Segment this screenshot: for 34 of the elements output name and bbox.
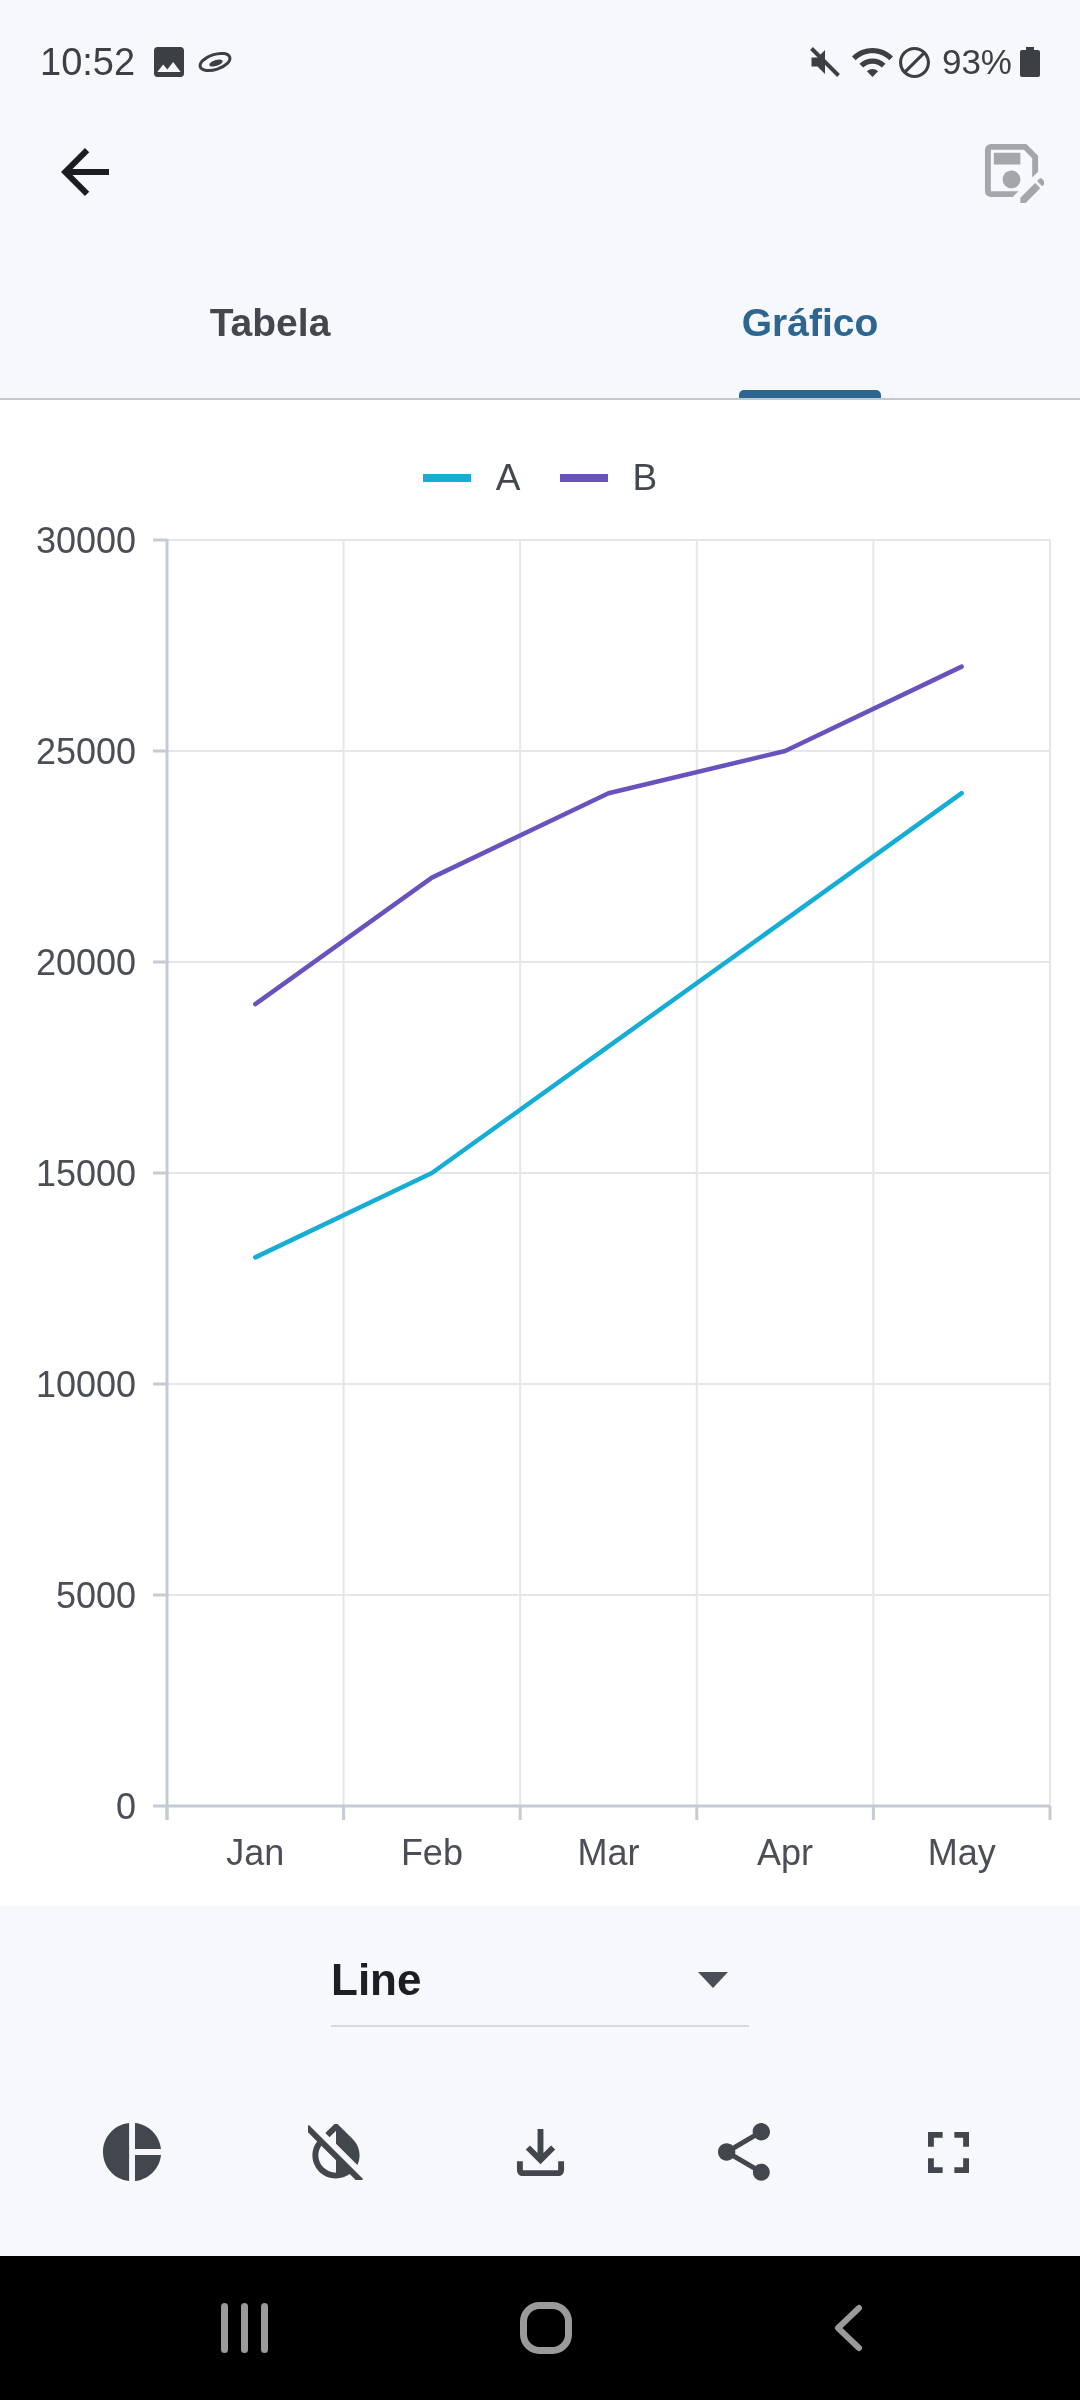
tab[interactable]: Tabela (0, 220, 540, 398)
chart-type-dropdown[interactable]: Line (331, 1935, 749, 2027)
home-icon[interactable] (520, 2302, 572, 2354)
block-icon (898, 46, 930, 78)
battery-percentage: 93% (941, 41, 1012, 83)
legend-label: A (495, 458, 521, 498)
caret-icon (698, 1972, 728, 1988)
y-axis-label: 30000 (35, 520, 136, 561)
battery-icon (1020, 47, 1040, 77)
recent-apps-icon[interactable] (220, 2303, 268, 2353)
ring-icon (197, 51, 234, 73)
back-icon[interactable] (61, 148, 109, 196)
y-axis-label: 5000 (55, 1574, 136, 1616)
x-axis-label: Mar (577, 1831, 640, 1873)
crossed-drop-icon[interactable] (308, 2124, 364, 2180)
mute-icon (809, 47, 840, 77)
x-axis-label: Jan (226, 1831, 285, 1873)
x-axis-label: Feb (400, 1831, 463, 1873)
x-axis-label: May (927, 1831, 996, 1873)
pie-chart-icon[interactable] (103, 2123, 161, 2181)
fullscreen-icon[interactable] (927, 2131, 969, 2173)
tab[interactable]: Gráfico (540, 220, 1080, 398)
back-icon[interactable] (833, 2304, 863, 2352)
time-text: 10:52 (40, 40, 136, 84)
wifi-icon (851, 45, 893, 79)
y-axis-label: 25000 (35, 730, 136, 772)
share-icon[interactable] (718, 2123, 770, 2181)
y-axis-label: 15000 (35, 1152, 136, 1194)
y-axis-label: 0 (115, 1785, 136, 1827)
y-axis-label: 20000 (35, 941, 136, 983)
x-axis-label: Apr (757, 1831, 814, 1873)
legend-label: B (632, 458, 658, 498)
y-axis-label: 10000 (35, 1363, 136, 1405)
image-icon (154, 47, 185, 77)
